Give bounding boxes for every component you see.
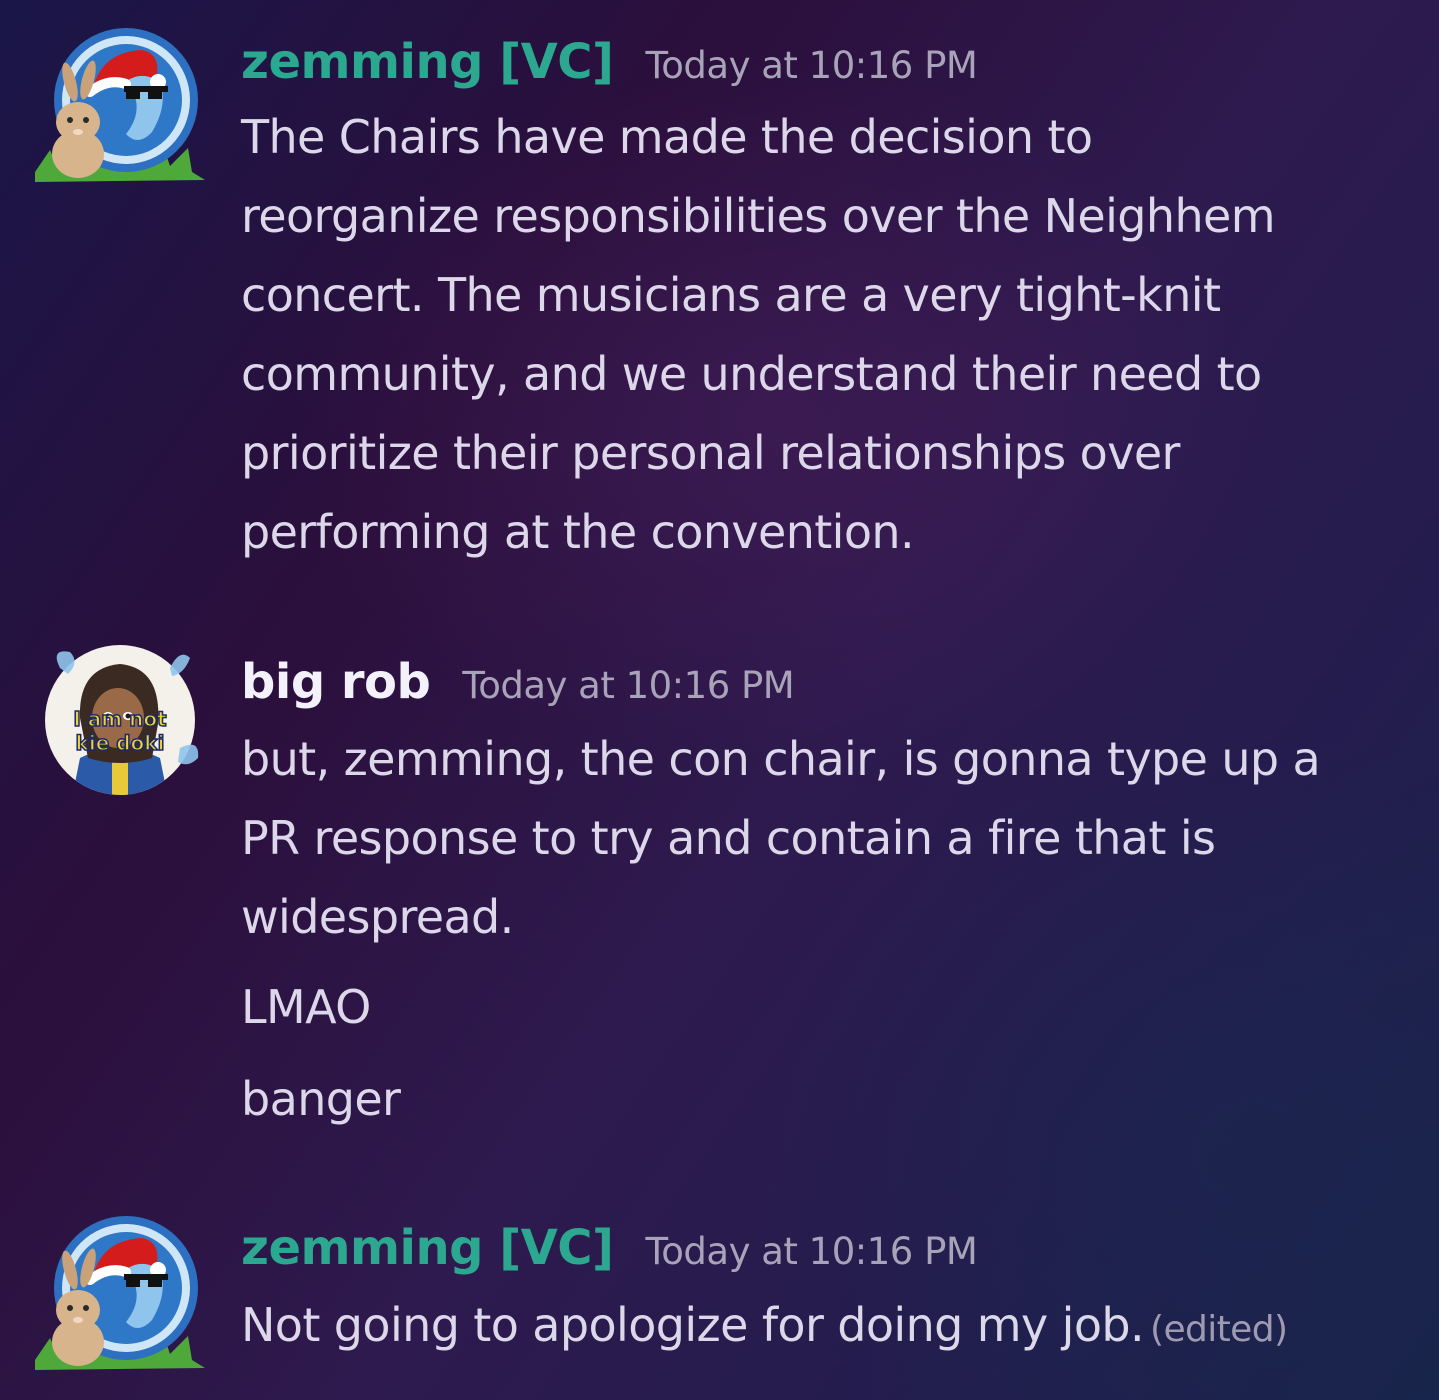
edited-label: (edited) [1150, 1309, 1288, 1350]
message-line: but, zemming, the con chair, is gonna ty… [241, 732, 1321, 786]
message-line: The Chairs have made the decision to [241, 110, 1093, 164]
message-content: but, zemming, the con chair, is gonna ty… [241, 720, 1411, 957]
username[interactable]: zemming [VC] [241, 1220, 614, 1276]
message-line: prioritize their personal relationships … [241, 426, 1180, 480]
message-line: widespread. [241, 890, 514, 944]
message-content: The Chairs have made the decision to reo… [241, 98, 1411, 572]
message-line: concert. The musicians are a very tight-… [241, 268, 1221, 322]
message-header: big rob Today at 10:16 PM [241, 654, 795, 710]
timestamp[interactable]: Today at 10:16 PM [645, 44, 977, 87]
avatar-caption: I am not [73, 707, 167, 731]
message-content: Not going to apologize for doing my job.… [241, 1286, 1411, 1369]
zemming-avatar[interactable] [30, 22, 210, 192]
big-rob-avatar[interactable]: I am not kie doki [30, 638, 210, 808]
message-line: community, and we understand their need … [241, 347, 1262, 401]
avatar-caption: kie doki [76, 731, 165, 755]
message-content: banger [241, 1060, 1411, 1139]
timestamp[interactable]: Today at 10:16 PM [462, 664, 794, 707]
message-text: Not going to apologize for doing my job. [241, 1298, 1145, 1352]
message-line: PR response to try and contain a fire th… [241, 811, 1216, 865]
zemming-avatar[interactable] [30, 1210, 210, 1380]
message-line: Not going to apologize for doing my job.… [241, 1286, 1411, 1369]
timestamp[interactable]: Today at 10:16 PM [645, 1230, 977, 1273]
username[interactable]: big rob [241, 654, 431, 710]
message-line: LMAO [241, 980, 371, 1034]
message-header: zemming [VC] Today at 10:16 PM [241, 1220, 978, 1276]
message-header: zemming [VC] Today at 10:16 PM [241, 34, 978, 90]
message-line: banger [241, 1072, 401, 1126]
message-line: performing at the convention. [241, 505, 915, 559]
message-content: LMAO [241, 968, 1411, 1047]
message-line: reorganize responsibilities over the Nei… [241, 189, 1276, 243]
username[interactable]: zemming [VC] [241, 34, 614, 90]
